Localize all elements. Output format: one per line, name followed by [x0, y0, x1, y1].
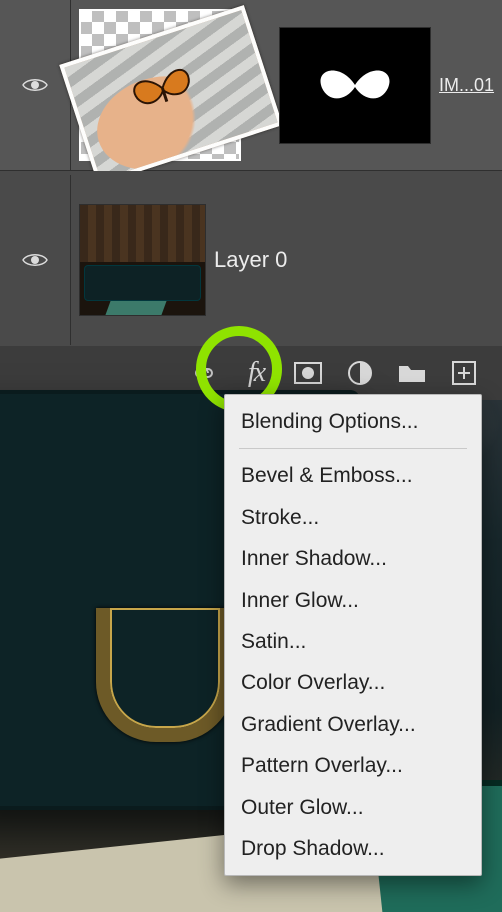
mask-shape — [316, 64, 394, 106]
new-layer-icon[interactable] — [450, 359, 478, 387]
layer-mask-thumbnail[interactable] — [279, 27, 431, 144]
layer-thumbnail[interactable] — [79, 9, 241, 161]
layer-thumbnail[interactable] — [79, 204, 206, 316]
menu-item-inner-glow[interactable]: Inner Glow... — [225, 580, 481, 621]
menu-item-gradient-overlay[interactable]: Gradient Overlay... — [225, 704, 481, 745]
menu-item-color-overlay[interactable]: Color Overlay... — [225, 662, 481, 703]
link-layers-icon[interactable] — [190, 359, 218, 387]
layer-name[interactable]: Layer 0 — [214, 247, 502, 273]
visibility-icon[interactable] — [22, 251, 48, 269]
layer-mask-icon[interactable] — [294, 359, 322, 387]
layer-style-menu: Blending Options... Bevel & Emboss... St… — [224, 394, 482, 876]
new-group-icon[interactable] — [398, 359, 426, 387]
menu-item-outer-glow[interactable]: Outer Glow... — [225, 787, 481, 828]
menu-item-pattern-overlay[interactable]: Pattern Overlay... — [225, 745, 481, 786]
layer-row-layer0[interactable]: Layer 0 — [0, 171, 502, 350]
adjustment-layer-icon[interactable] — [346, 359, 374, 387]
menu-item-satin[interactable]: Satin... — [225, 621, 481, 662]
layer-row-butterfly[interactable]: IM...01 — [0, 0, 502, 171]
menu-item-drop-shadow[interactable]: Drop Shadow... — [225, 828, 481, 869]
menu-separator — [239, 448, 467, 449]
thumbnail-image — [59, 5, 282, 185]
menu-item-stroke[interactable]: Stroke... — [225, 497, 481, 538]
layers-panel: IM...01 Layer 0 fx — [0, 0, 502, 400]
menu-item-blending-options[interactable]: Blending Options... — [225, 401, 481, 442]
layer-style-fx-icon[interactable]: fx — [242, 359, 270, 387]
menu-item-bevel-emboss[interactable]: Bevel & Emboss... — [225, 455, 481, 496]
visibility-icon[interactable] — [22, 76, 48, 94]
menu-item-inner-shadow[interactable]: Inner Shadow... — [225, 538, 481, 579]
layer-name[interactable]: IM...01 — [439, 75, 502, 96]
